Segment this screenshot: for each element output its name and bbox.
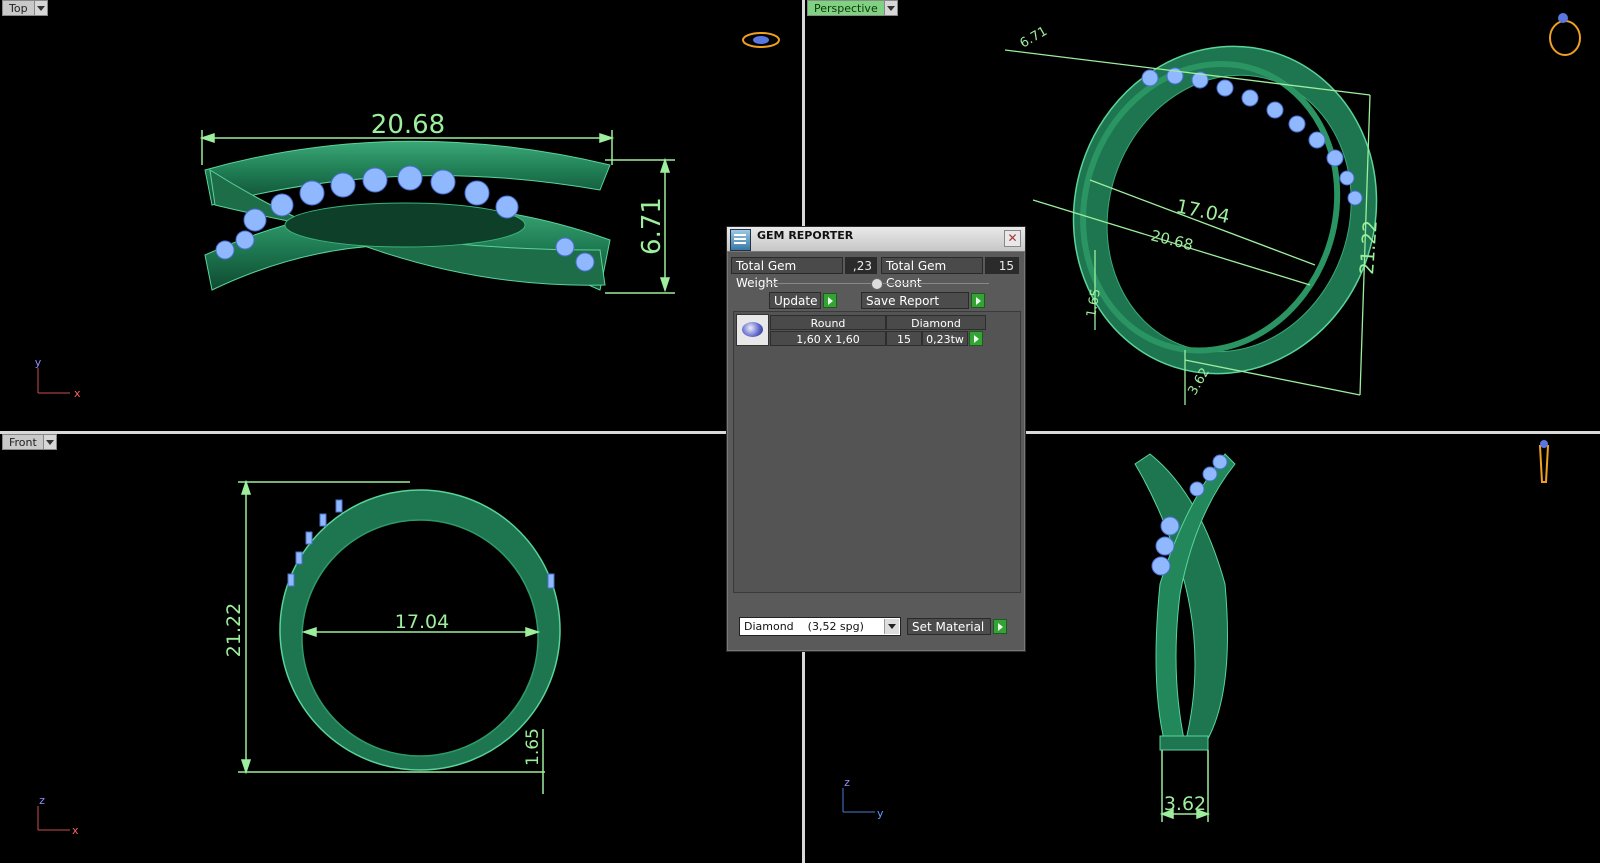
total-weight-label: Total Gem Weight [731, 257, 843, 290]
right-dim-width: 3.62 [1164, 793, 1206, 815]
gem-material: Diamond [886, 315, 986, 330]
report-icon [730, 229, 751, 251]
axis-label-v: z [39, 794, 45, 807]
round-gem-icon [736, 314, 769, 346]
front-dim-inner: 17.04 [395, 611, 449, 633]
gem-size: 1,60 X 1,60 [770, 331, 886, 346]
gem-row-go-icon[interactable] [969, 331, 983, 346]
set-material-label: Set Material [912, 620, 985, 634]
top-dim-height: 6.71 [637, 197, 667, 255]
front-dim-band: 1.65 [523, 728, 543, 766]
set-material-button[interactable]: Set Material [907, 618, 991, 635]
viewport-tab-front[interactable]: Front [2, 434, 57, 450]
front-scene: 21.22 17.04 1.65 z x [37, 479, 561, 837]
save-report-button[interactable]: Save Report [861, 292, 969, 309]
front-dim-height: 21.22 [223, 603, 245, 657]
collapse-icon[interactable] [871, 278, 883, 290]
persp-dim-band: 1.65 [1084, 288, 1104, 319]
axis-label-h: y [877, 807, 884, 820]
save-report-label: Save Report [866, 294, 940, 308]
ring-orientation-icon [1549, 13, 1581, 56]
update-label: Update [774, 294, 818, 308]
total-weight-value: ,23 [845, 257, 877, 274]
top-scene: 20.68 6.71 y x [35, 32, 780, 400]
update-go-icon[interactable] [823, 293, 837, 308]
close-button[interactable]: ✕ [1004, 230, 1021, 247]
persp-dim-a: 6.71 [1018, 24, 1051, 51]
gem-weight: 0,23tw [922, 331, 968, 346]
material-select-value: Diamond (3,52 spg) [744, 620, 864, 633]
viewport-label: Front [2, 434, 44, 450]
gem-reporter-panel: GEM REPORTER ✕ Total Gem Weight ,23 Tota… [726, 226, 1026, 652]
set-material-go-icon[interactable] [993, 619, 1007, 634]
axis-label-h: x [72, 824, 79, 837]
ring-orientation-icon [1538, 440, 1550, 483]
gem-list: Round Diamond 1,60 X 1,60 15 0,23tw [733, 311, 1021, 593]
chevron-down-icon[interactable] [884, 0, 898, 16]
viewport-top[interactable]: 20.68 6.71 y x Top [0, 0, 802, 431]
chevron-down-icon[interactable] [34, 0, 48, 16]
gem-shape: Round [770, 315, 886, 330]
total-count-value: 15 [985, 257, 1019, 274]
gem-count: 15 [886, 331, 922, 346]
gem-reporter-titlebar[interactable]: GEM REPORTER ✕ [727, 227, 1025, 252]
viewport-front[interactable]: 21.22 17.04 1.65 z x Front [0, 434, 802, 863]
material-select[interactable]: Diamond (3,52 spg) [739, 617, 901, 636]
axis-label-h: x [74, 387, 81, 400]
axis-label-v: z [844, 776, 850, 789]
save-report-go-icon[interactable] [971, 293, 985, 308]
viewport-tab-top[interactable]: Top [2, 0, 48, 16]
persp-dim-height: 21.22 [1356, 220, 1382, 276]
top-dim-width: 20.68 [371, 110, 445, 140]
update-button[interactable]: Update [769, 292, 821, 309]
total-count-label: Total Gem Count [881, 257, 983, 290]
gem-reporter-title: GEM REPORTER [757, 229, 854, 242]
ring-orientation-icon [742, 32, 780, 48]
chevron-down-icon[interactable] [884, 619, 899, 634]
chevron-down-icon[interactable] [43, 434, 57, 450]
axis-label-v: y [35, 356, 42, 369]
viewport-label: Perspective [807, 0, 885, 16]
viewport-tab-perspective[interactable]: Perspective [807, 0, 898, 16]
viewport-label: Top [2, 0, 35, 16]
